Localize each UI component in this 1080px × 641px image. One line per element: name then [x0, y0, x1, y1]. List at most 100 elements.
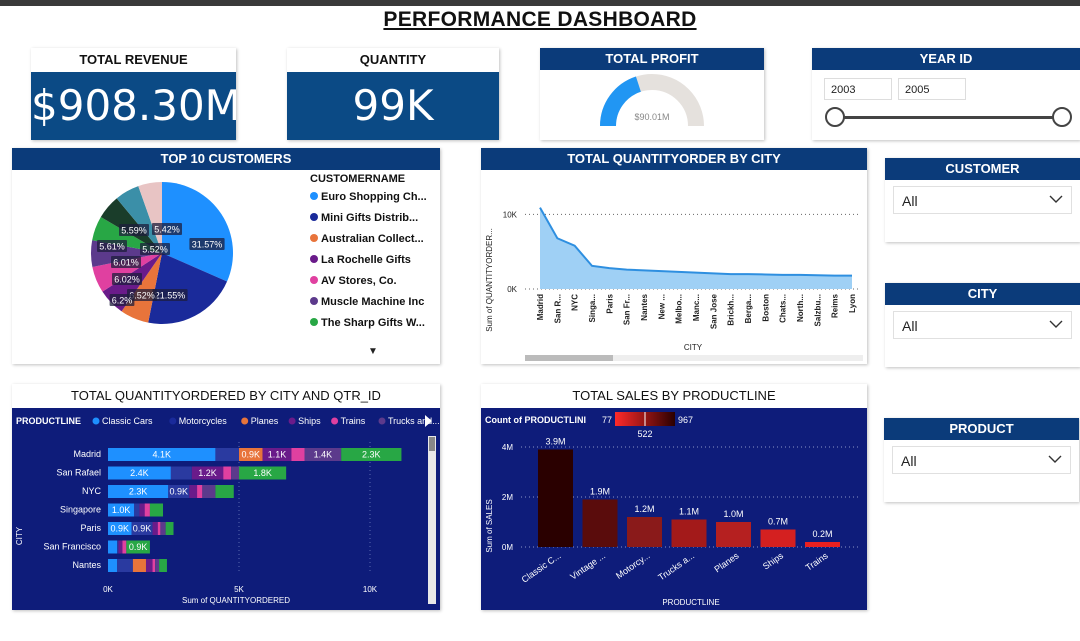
quantity-card[interactable]: QUANTITY 99K	[287, 48, 499, 140]
bar-segment[interactable]	[215, 485, 234, 498]
pie-legend-item[interactable]: AV Stores, Co.	[310, 274, 427, 295]
bar-segment[interactable]	[170, 466, 192, 480]
year-slider-track[interactable]	[836, 116, 1062, 119]
bar-segment[interactable]	[117, 540, 119, 554]
pie-legend-text: Mini Gifts Distrib...	[321, 212, 419, 224]
bar-segment[interactable]	[134, 503, 140, 517]
bar-segment[interactable]	[132, 559, 146, 572]
year-from-input[interactable]: 2003	[824, 78, 892, 100]
bar-scrollbar-track[interactable]	[428, 436, 436, 604]
pie-slice-label: 6.2%	[112, 296, 133, 306]
year-slider-start-handle[interactable]	[825, 107, 845, 127]
pie-slice-label: 31.57%	[192, 240, 223, 250]
sales-by-productline-card[interactable]: TOTAL SALES BY PRODUCTLINE Count of PROD…	[481, 384, 867, 610]
sales-bar[interactable]	[760, 529, 796, 548]
quantity-by-city-card[interactable]: TOTAL QUANTITYORDER BY CITY Sum of QUANT…	[481, 148, 867, 364]
pie-legend-item[interactable]: Mini Gifts Distrib...	[310, 211, 427, 232]
bar-segment[interactable]	[159, 559, 167, 572]
year-to-input[interactable]: 2005	[898, 78, 966, 100]
bar-segment[interactable]	[118, 540, 123, 554]
bar-legend-item[interactable]: Trains	[341, 416, 366, 426]
quantity-value: 99K	[287, 72, 499, 140]
pie-slice-label: 5.61%	[99, 242, 125, 252]
customer-filter[interactable]: CUSTOMER All	[885, 158, 1080, 242]
pie-legend-text: Euro Shopping Ch...	[321, 191, 427, 203]
bar-segment[interactable]	[152, 559, 156, 572]
sales-data-label: 3.9M	[545, 437, 565, 447]
customer-dropdown[interactable]: All	[893, 186, 1072, 214]
sales-bar[interactable]	[671, 519, 707, 548]
bar-segment[interactable]	[108, 540, 118, 554]
pie-legend-text: La Rochelle Gifts	[321, 254, 411, 266]
bar-segment[interactable]	[223, 466, 232, 480]
bar-segment[interactable]	[139, 503, 145, 517]
total-profit-value: $90.01M	[634, 112, 669, 122]
bar-segment[interactable]	[152, 522, 158, 535]
line-x-tick: Salzbu...	[813, 294, 822, 326]
sales-bar[interactable]	[538, 449, 573, 548]
city-filter[interactable]: CITY All	[885, 283, 1080, 367]
customer-filter-label: CUSTOMER	[885, 158, 1080, 180]
bar-y-tick: Nantes	[72, 560, 101, 570]
quantity-by-city-chart[interactable]: Sum of QUANTITYORDER... CITY 10K 0K Madrid…	[481, 170, 867, 364]
quantity-by-city-qtr-title: TOTAL QUANTITYORDERED BY CITY AND QTR_ID	[12, 384, 440, 408]
quantity-by-city-qtr-card[interactable]: TOTAL QUANTITYORDERED BY CITY AND QTR_ID…	[12, 384, 440, 610]
bar-segment[interactable]	[145, 559, 153, 572]
bar-x-axis-label: Sum of QUANTITYORDERED	[182, 596, 290, 605]
bar-segment[interactable]	[215, 448, 239, 461]
bar-segment[interactable]	[122, 540, 127, 554]
pie-slice-label: 6.01%	[113, 258, 139, 268]
sales-bar[interactable]	[805, 542, 840, 547]
legend-dot-icon	[310, 318, 318, 326]
sales-bar[interactable]	[582, 499, 618, 548]
product-dropdown-value: All	[901, 453, 917, 469]
bar-legend-item[interactable]: Motorcycles	[179, 416, 228, 426]
top-customers-pie[interactable]: 31.57%21.55%6.52%6.2%6.02%6.01%5.61% 5.52…	[12, 170, 302, 364]
sales-by-productline-chart[interactable]: Count of PRODUCTLINI 77 967 522 Sum of S…	[481, 408, 867, 610]
product-filter[interactable]: PRODUCT All	[884, 418, 1079, 502]
line-x-tick: North...	[796, 294, 805, 322]
year-slicer[interactable]: YEAR ID 2003 2005	[812, 48, 1080, 140]
pie-legend-item[interactable]: Muscle Machine Inc	[310, 295, 427, 316]
bar-legend-item[interactable]: Ships	[298, 416, 321, 426]
pie-slice-label: 6.02%	[114, 275, 140, 285]
bar-segment[interactable]	[144, 503, 150, 517]
line-scrollbar-thumb[interactable]	[525, 355, 613, 361]
sales-data-label: 1.9M	[590, 487, 610, 497]
bar-segment[interactable]	[291, 448, 305, 461]
year-slider-end-handle[interactable]	[1052, 107, 1072, 127]
pie-legend-item[interactable]: Australian Collect...	[310, 232, 427, 253]
total-revenue-card[interactable]: TOTAL REVENUE $908.30M	[31, 48, 236, 140]
total-profit-card[interactable]: TOTAL PROFIT $90.01M	[540, 48, 764, 140]
bar-legend-item[interactable]: Classic Cars	[102, 416, 153, 426]
customer-dropdown-value: All	[902, 193, 918, 209]
sales-by-productline-title: TOTAL SALES BY PRODUCTLINE	[481, 384, 867, 408]
bar-segment[interactable]	[165, 522, 174, 535]
bar-segment[interactable]	[202, 485, 216, 498]
pie-legend-item[interactable]: The Sharp Gifts W...	[310, 316, 427, 337]
bar-segment[interactable]	[117, 559, 133, 572]
sales-bar[interactable]	[627, 517, 662, 547]
pie-legend-item[interactable]: Euro Shopping Ch...	[310, 190, 427, 211]
line-y-tick: 0K	[507, 285, 517, 294]
bar-segment[interactable]	[149, 503, 164, 517]
bar-segment[interactable]	[189, 485, 198, 498]
bar-y-tick: Madrid	[73, 449, 101, 459]
legend-scroll-down-icon[interactable]: ▼	[368, 346, 378, 357]
quantity-by-city-qtr-chart[interactable]: PRODUCTLINE Classic Cars Motorcycles Plane…	[12, 408, 440, 610]
window-top-bar	[0, 0, 1080, 6]
bar-x-tick: 5K	[234, 585, 244, 594]
top-customers-card[interactable]: TOP 10 CUSTOMERS 31.57% 21.55% 6.52% 6.2% 6.…	[12, 148, 440, 364]
bar-segment[interactable]	[231, 466, 239, 480]
bar-segment[interactable]	[155, 559, 160, 572]
pie-legend-item[interactable]: La Rochelle Gifts	[310, 253, 427, 274]
product-dropdown[interactable]: All	[892, 446, 1071, 474]
bar-segment[interactable]	[197, 485, 203, 498]
city-dropdown[interactable]: All	[893, 311, 1072, 339]
sales-bar[interactable]	[716, 522, 751, 547]
bar-segment[interactable]	[108, 559, 118, 572]
bar-segment[interactable]	[160, 522, 166, 535]
bar-legend-item[interactable]: Planes	[251, 416, 279, 426]
bar-segment[interactable]	[157, 522, 161, 535]
bar-scrollbar-thumb[interactable]	[429, 437, 435, 451]
